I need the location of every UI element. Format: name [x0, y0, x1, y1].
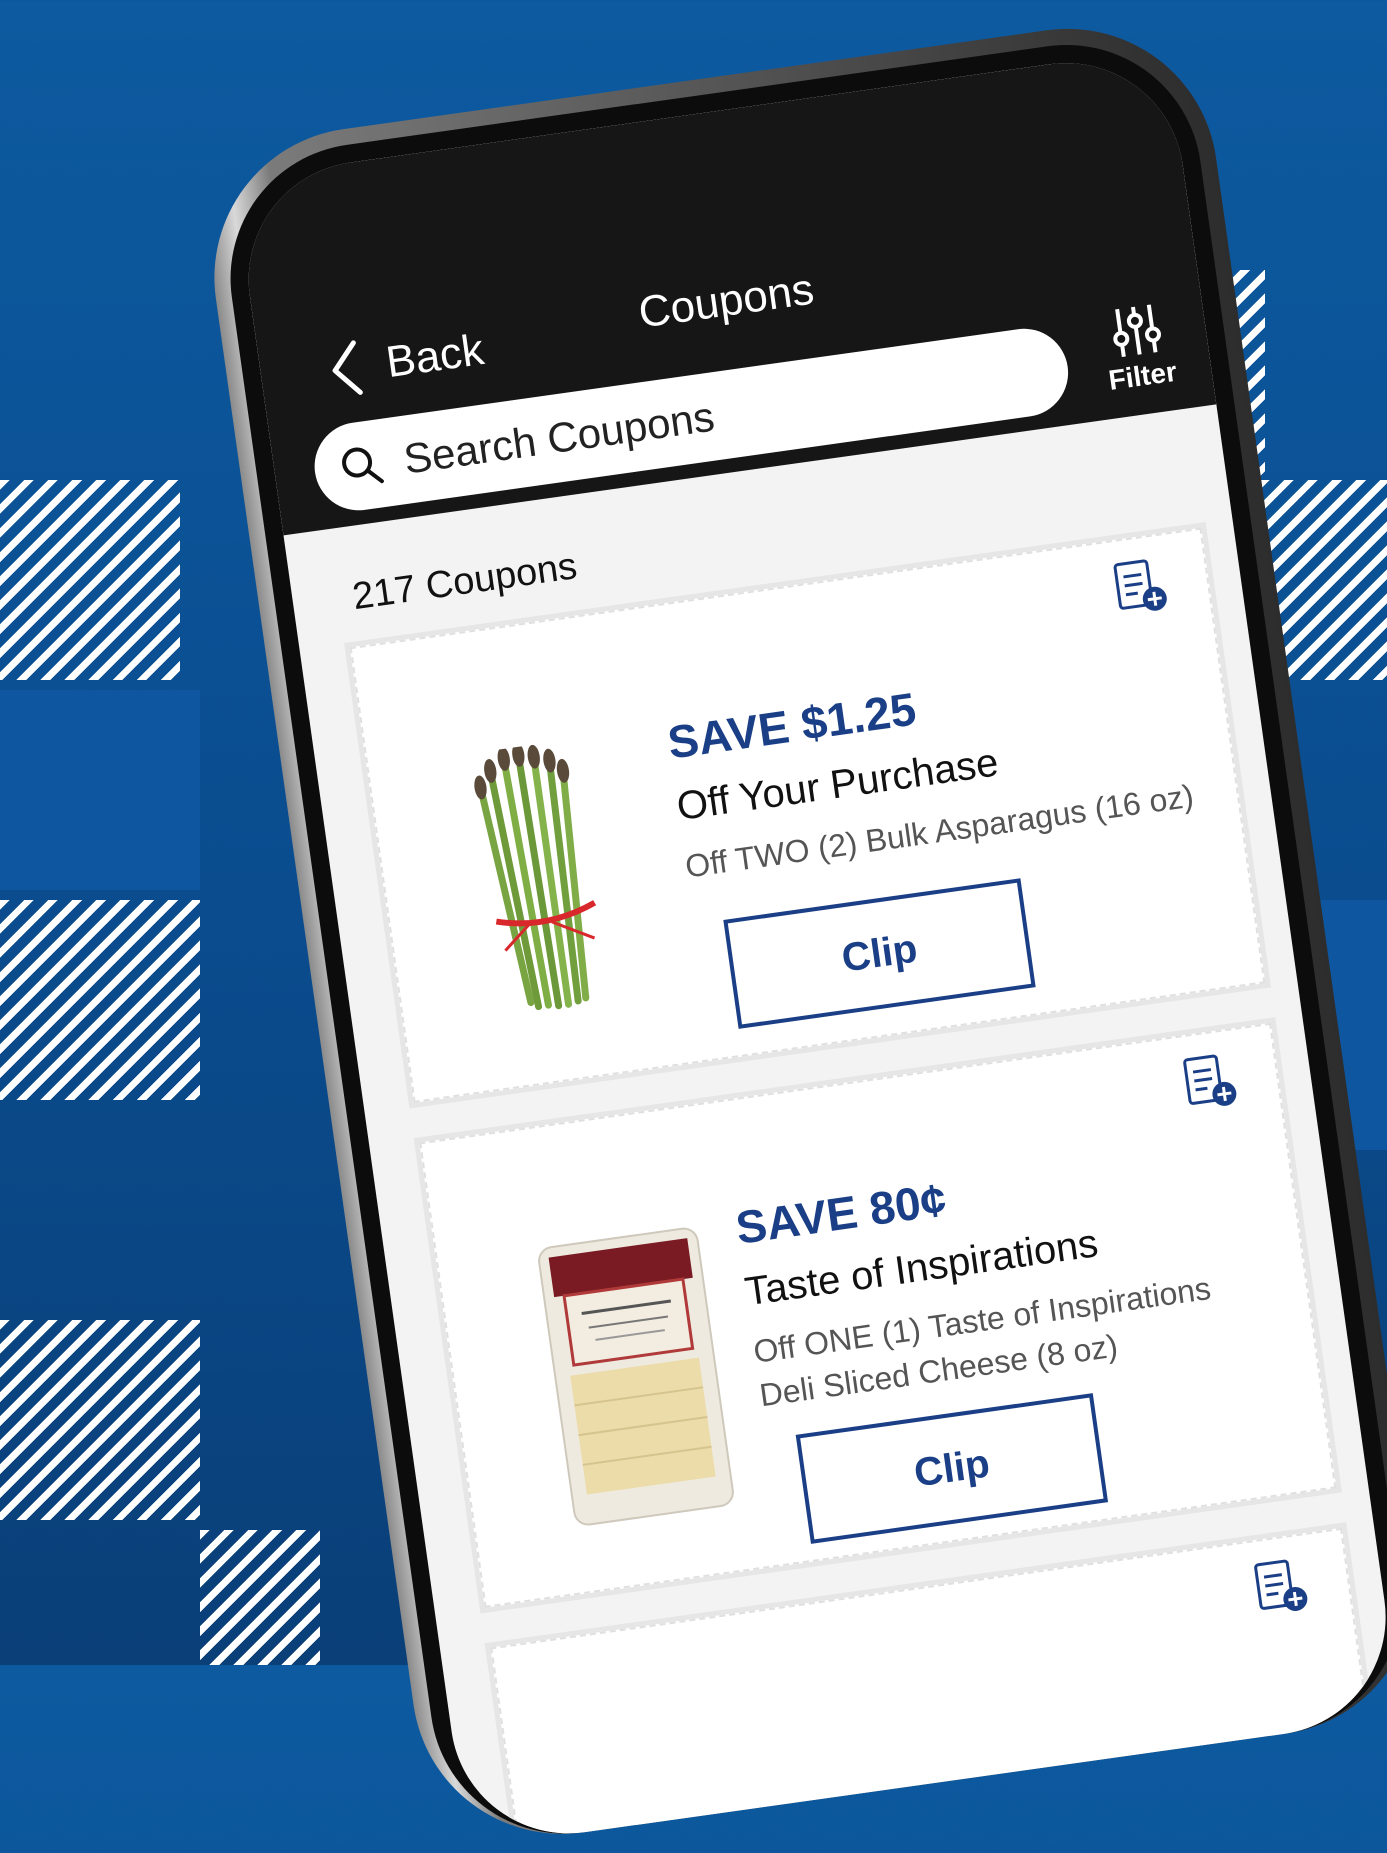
sliders-icon — [1113, 304, 1161, 358]
cheese-package-image — [538, 1227, 734, 1526]
add-to-list-icon[interactable] — [1252, 1555, 1312, 1620]
app-header: Back Coupons Filter — [233, 47, 1217, 536]
coupon-card: SAVE 80¢ Taste of Inspirations Off ONE (… — [419, 1022, 1337, 1608]
filter-button[interactable]: Filter — [1088, 297, 1190, 399]
stripe-pattern — [200, 1530, 320, 1665]
filter-label: Filter — [1106, 355, 1179, 396]
coupon-card: SAVE $1.25 Off Your Purchase Off TWO (2)… — [349, 527, 1266, 1103]
stripe-pattern — [0, 1320, 200, 1520]
add-to-list-icon[interactable] — [1181, 1050, 1241, 1115]
background-block — [0, 690, 200, 890]
clip-button[interactable]: Clip — [795, 1393, 1109, 1544]
phone-mockup: Back Coupons Filter — [195, 9, 1387, 1853]
asparagus-image — [474, 742, 597, 1011]
coupon-count: 217 Coupons — [349, 545, 580, 619]
coupon-savings: SAVE 80¢ — [732, 1172, 950, 1254]
stripe-pattern — [0, 900, 200, 1100]
search-icon — [342, 447, 384, 484]
clip-button[interactable]: Clip — [723, 878, 1036, 1029]
stripe-pattern — [0, 480, 180, 680]
add-to-list-icon[interactable] — [1111, 555, 1171, 620]
